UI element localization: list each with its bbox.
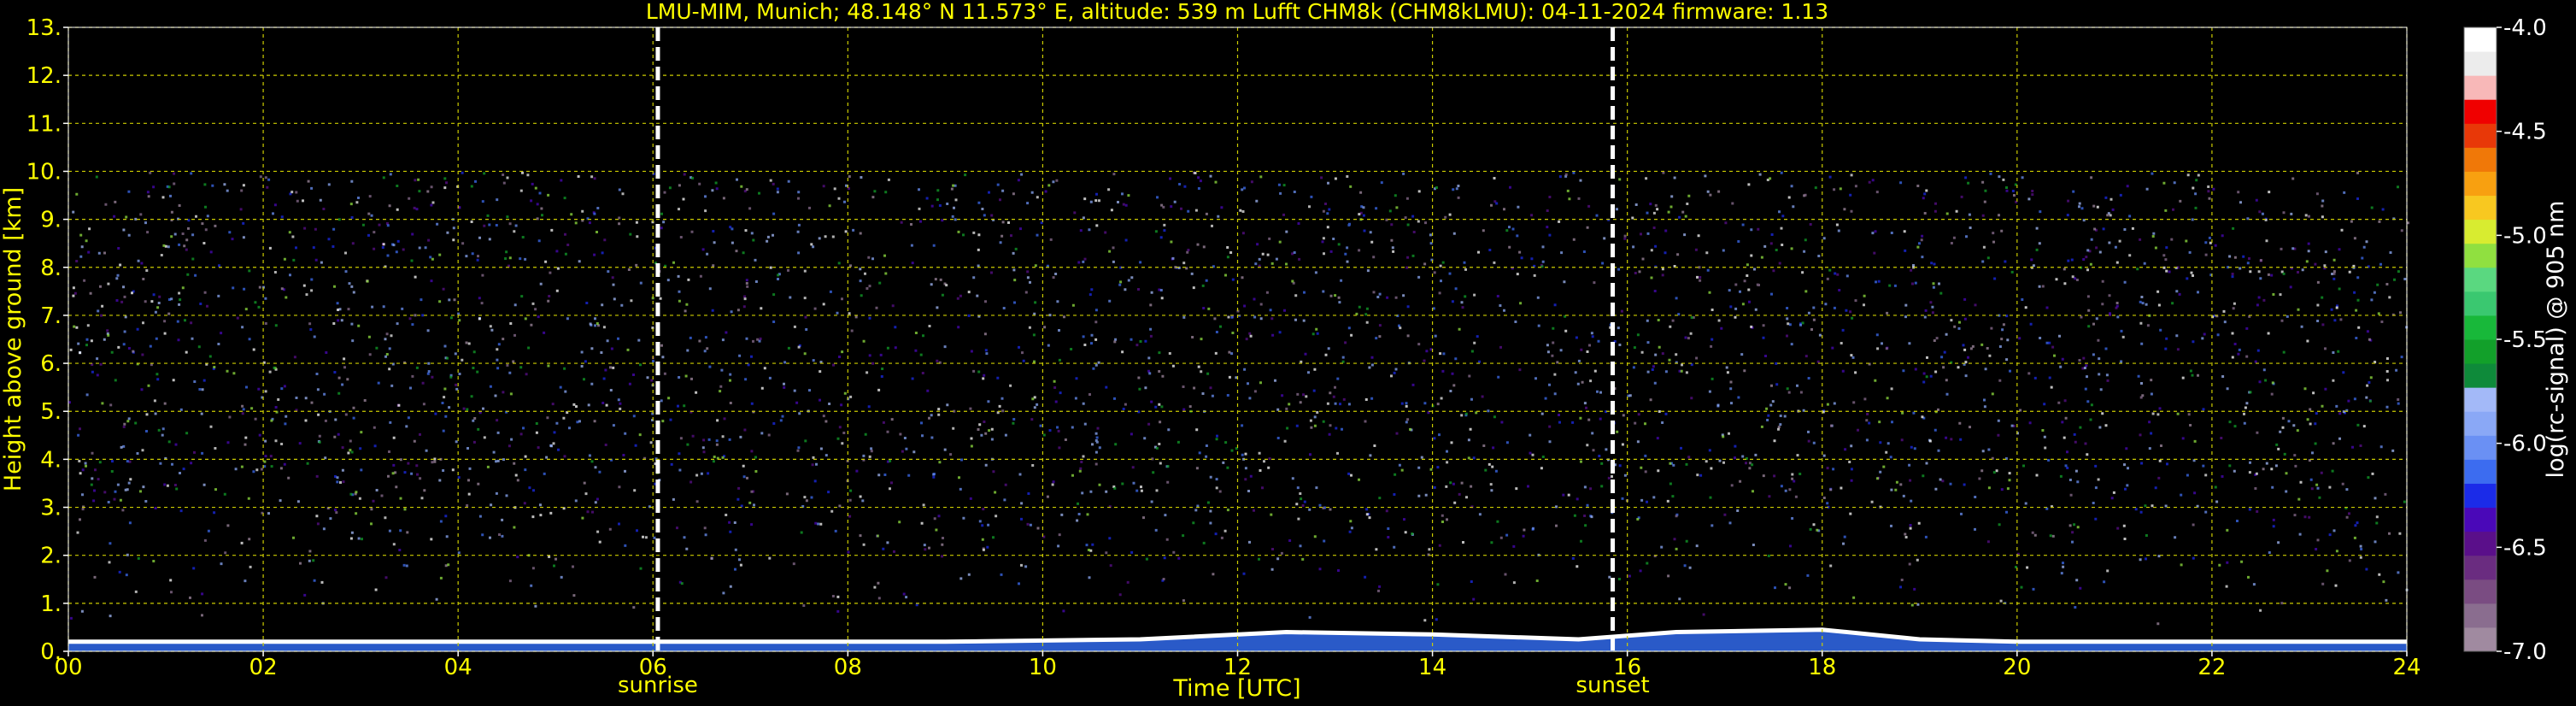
colorbar-segment [2464, 411, 2497, 436]
x-axis-label: Time [UTC] [1172, 675, 1300, 702]
y-tick-label: 1. [40, 591, 62, 617]
colorbar-tick-label: -6.0 [2503, 432, 2547, 457]
y-tick-label: 0. [40, 639, 62, 665]
colorbar-segment [2464, 531, 2497, 556]
y-tick-label: 10. [26, 159, 62, 185]
y-tick-label: 2. [40, 544, 62, 569]
colorbar-segment [2464, 435, 2497, 460]
colorbar-segment [2464, 267, 2497, 292]
x-tick-label: 18 [1808, 655, 1836, 680]
colorbar-segment [2464, 363, 2497, 388]
colorbar-segment [2464, 171, 2497, 197]
sunrise-label: sunrise [618, 673, 698, 698]
colorbar-tick-label: -4.5 [2503, 120, 2547, 145]
y-axis-label: Height above ground [km] [0, 187, 26, 491]
colorbar-segment [2464, 459, 2497, 484]
x-tick-label: 14 [1418, 655, 1446, 680]
y-tick-label: 11. [26, 111, 62, 137]
colorbar-segments [2464, 27, 2497, 652]
colorbar-segment [2464, 99, 2497, 124]
y-tick-label: 9. [40, 208, 62, 233]
x-tick-label: 08 [834, 655, 862, 680]
y-tick-label: 8. [40, 256, 62, 281]
colorbar-tick-label: -4.0 [2503, 15, 2547, 41]
colorbar-segment [2464, 75, 2497, 100]
y-tick-label: 5. [40, 399, 62, 425]
y-tick-label: 4. [40, 447, 62, 473]
y-tick-label: 3. [40, 496, 62, 521]
colorbar-segment [2464, 219, 2497, 244]
colorbar-tick-label: -6.5 [2503, 535, 2547, 561]
plot-area [67, 26, 2409, 652]
colorbar-segment [2464, 627, 2497, 652]
y-tick-label: 7. [40, 303, 62, 329]
x-tick-label: 04 [444, 655, 472, 680]
x-tick-label: 10 [1029, 655, 1057, 680]
y-tick-label: 6. [40, 351, 62, 377]
sunset-label: sunset [1576, 673, 1649, 698]
x-tick-label: 24 [2392, 655, 2421, 680]
colorbar-label: log(rc-signal) @ 905 nm [2543, 201, 2569, 479]
colorbar-segment [2464, 387, 2497, 412]
colorbar-segment [2464, 243, 2497, 268]
colorbar-segment [2464, 579, 2497, 604]
colorbar-segment [2464, 315, 2497, 340]
x-tick-label: 02 [249, 655, 278, 680]
colorbar-segment [2464, 603, 2497, 628]
colorbar-segment [2464, 291, 2497, 316]
x-tick-label: 20 [2003, 655, 2031, 680]
colorbar-segment [2464, 555, 2497, 580]
ceilometer-chart: LMU-MIM, Munich; 48.148° N 11.573° E, al… [0, 0, 2576, 706]
colorbar-tick-label: -5.5 [2503, 327, 2547, 353]
colorbar-segment [2464, 147, 2497, 172]
chart-title: LMU-MIM, Munich; 48.148° N 11.573° E, al… [646, 0, 1828, 24]
colorbar-segment [2464, 339, 2497, 364]
colorbar-tick-label: -5.0 [2503, 223, 2547, 249]
x-tick-label: 22 [2198, 655, 2226, 680]
colorbar-segment [2464, 123, 2497, 148]
colorbar-tick-label: -7.0 [2503, 639, 2547, 665]
y-tick-label: 13. [26, 15, 62, 41]
colorbar-segment [2464, 27, 2497, 52]
plot-background [68, 27, 2407, 651]
colorbar-segment [2464, 51, 2497, 76]
colorbar-segment [2464, 483, 2497, 509]
colorbar-segment [2464, 195, 2497, 221]
y-tick-label: 12. [26, 63, 62, 89]
colorbar-segment [2464, 507, 2497, 532]
